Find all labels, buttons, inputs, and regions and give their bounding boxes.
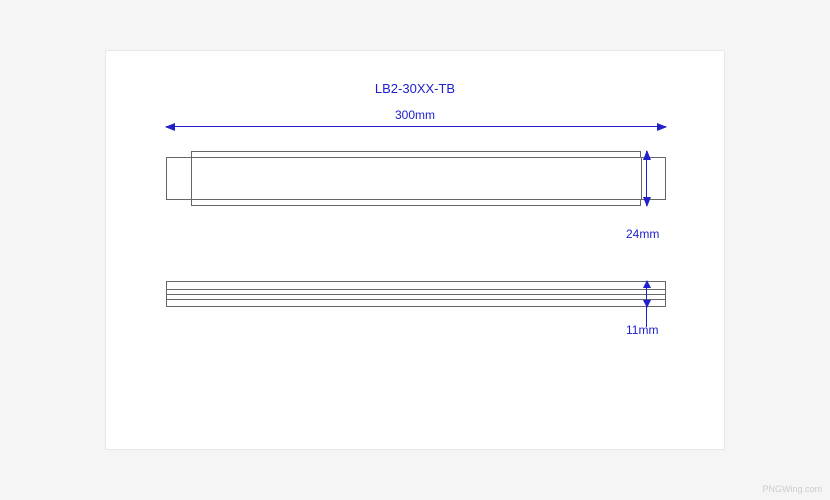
dimension-height1-line: [646, 151, 647, 206]
top-line-2: [166, 294, 666, 295]
watermark-text: PNGWing.com: [762, 484, 822, 494]
front-left-divider: [191, 157, 192, 200]
dimension-height2-line: [646, 281, 647, 307]
dimension-width-line: [166, 126, 666, 127]
dimension-height1-label: 24mm: [626, 227, 659, 241]
front-right-divider: [641, 157, 642, 200]
top-line-3: [166, 299, 666, 300]
arrow-down-icon: [643, 197, 651, 207]
part-number-label: LB2-30XX-TB: [375, 81, 455, 96]
dimension-height2-label: 11mm: [626, 323, 658, 337]
dimension-width-label: 300mm: [395, 108, 435, 122]
arrow-left-icon: [165, 123, 175, 131]
front-body: [166, 157, 666, 200]
front-elevation-view: [166, 151, 666, 206]
arrow-right-icon: [657, 123, 667, 131]
front-bottom-flange: [191, 200, 641, 206]
top-plan-view: [166, 281, 666, 307]
technical-drawing: LB2-30XX-TB 300mm 24mm 11mm: [105, 50, 725, 450]
top-line-1: [166, 289, 666, 290]
arrow-down-icon: [643, 300, 651, 308]
arrow-up-icon: [643, 280, 651, 288]
arrow-up-icon: [643, 150, 651, 160]
